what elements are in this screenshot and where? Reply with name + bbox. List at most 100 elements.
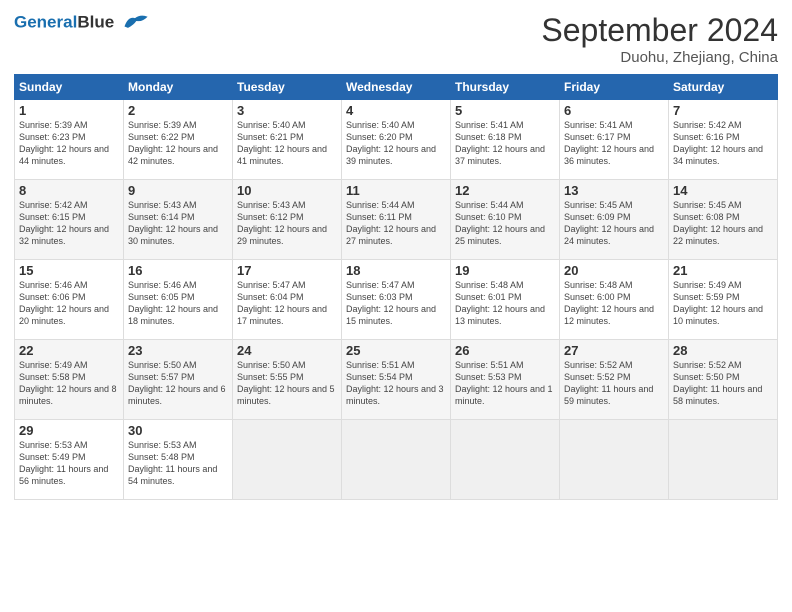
table-row: 28Sunrise: 5:52 AM Sunset: 5:50 PM Dayli… <box>669 340 778 420</box>
table-row: 2Sunrise: 5:39 AM Sunset: 6:22 PM Daylig… <box>124 100 233 180</box>
day-number: 15 <box>19 263 119 278</box>
calendar-week-1: 8Sunrise: 5:42 AM Sunset: 6:15 PM Daylig… <box>15 180 778 260</box>
table-row: 27Sunrise: 5:52 AM Sunset: 5:52 PM Dayli… <box>560 340 669 420</box>
day-info: Sunrise: 5:39 AM Sunset: 6:22 PM Dayligh… <box>128 119 228 168</box>
title-block: September 2024 Duohu, Zhejiang, China <box>541 12 778 66</box>
day-number: 25 <box>346 343 446 358</box>
table-row: 4Sunrise: 5:40 AM Sunset: 6:20 PM Daylig… <box>342 100 451 180</box>
day-number: 2 <box>128 103 228 118</box>
table-row: 6Sunrise: 5:41 AM Sunset: 6:17 PM Daylig… <box>560 100 669 180</box>
header-row: Sunday Monday Tuesday Wednesday Thursday… <box>15 75 778 100</box>
table-row <box>233 420 342 500</box>
day-info: Sunrise: 5:48 AM Sunset: 6:00 PM Dayligh… <box>564 279 664 328</box>
table-row: 10Sunrise: 5:43 AM Sunset: 6:12 PM Dayli… <box>233 180 342 260</box>
day-info: Sunrise: 5:48 AM Sunset: 6:01 PM Dayligh… <box>455 279 555 328</box>
day-number: 5 <box>455 103 555 118</box>
location: Duohu, Zhejiang, China <box>541 49 778 66</box>
col-monday: Monday <box>124 75 233 100</box>
day-number: 17 <box>237 263 337 278</box>
day-number: 12 <box>455 183 555 198</box>
table-row: 16Sunrise: 5:46 AM Sunset: 6:05 PM Dayli… <box>124 260 233 340</box>
day-info: Sunrise: 5:52 AM Sunset: 5:50 PM Dayligh… <box>673 359 773 408</box>
day-info: Sunrise: 5:52 AM Sunset: 5:52 PM Dayligh… <box>564 359 664 408</box>
table-row <box>560 420 669 500</box>
calendar-week-2: 15Sunrise: 5:46 AM Sunset: 6:06 PM Dayli… <box>15 260 778 340</box>
col-saturday: Saturday <box>669 75 778 100</box>
logo: GeneralBlue <box>14 12 149 34</box>
day-number: 18 <box>346 263 446 278</box>
col-thursday: Thursday <box>451 75 560 100</box>
day-info: Sunrise: 5:44 AM Sunset: 6:10 PM Dayligh… <box>455 199 555 248</box>
day-number: 13 <box>564 183 664 198</box>
col-tuesday: Tuesday <box>233 75 342 100</box>
logo-bird-icon <box>121 12 149 34</box>
day-number: 23 <box>128 343 228 358</box>
table-row: 29Sunrise: 5:53 AM Sunset: 5:49 PM Dayli… <box>15 420 124 500</box>
logo-text: GeneralBlue <box>14 12 149 34</box>
day-number: 20 <box>564 263 664 278</box>
calendar-week-4: 29Sunrise: 5:53 AM Sunset: 5:49 PM Dayli… <box>15 420 778 500</box>
day-number: 9 <box>128 183 228 198</box>
day-info: Sunrise: 5:50 AM Sunset: 5:57 PM Dayligh… <box>128 359 228 408</box>
table-row: 3Sunrise: 5:40 AM Sunset: 6:21 PM Daylig… <box>233 100 342 180</box>
day-number: 11 <box>346 183 446 198</box>
day-number: 7 <box>673 103 773 118</box>
table-row: 18Sunrise: 5:47 AM Sunset: 6:03 PM Dayli… <box>342 260 451 340</box>
day-info: Sunrise: 5:42 AM Sunset: 6:16 PM Dayligh… <box>673 119 773 168</box>
day-info: Sunrise: 5:51 AM Sunset: 5:53 PM Dayligh… <box>455 359 555 408</box>
table-row <box>669 420 778 500</box>
day-number: 26 <box>455 343 555 358</box>
day-info: Sunrise: 5:46 AM Sunset: 6:05 PM Dayligh… <box>128 279 228 328</box>
day-info: Sunrise: 5:53 AM Sunset: 5:48 PM Dayligh… <box>128 439 228 488</box>
col-sunday: Sunday <box>15 75 124 100</box>
day-info: Sunrise: 5:49 AM Sunset: 5:59 PM Dayligh… <box>673 279 773 328</box>
table-row: 17Sunrise: 5:47 AM Sunset: 6:04 PM Dayli… <box>233 260 342 340</box>
day-number: 27 <box>564 343 664 358</box>
day-number: 21 <box>673 263 773 278</box>
table-row: 30Sunrise: 5:53 AM Sunset: 5:48 PM Dayli… <box>124 420 233 500</box>
table-row: 1Sunrise: 5:39 AM Sunset: 6:23 PM Daylig… <box>15 100 124 180</box>
day-info: Sunrise: 5:53 AM Sunset: 5:49 PM Dayligh… <box>19 439 119 488</box>
table-row: 23Sunrise: 5:50 AM Sunset: 5:57 PM Dayli… <box>124 340 233 420</box>
page-container: GeneralBlue September 2024 Duohu, Zhejia… <box>0 0 792 508</box>
calendar-table: Sunday Monday Tuesday Wednesday Thursday… <box>14 74 778 500</box>
table-row: 20Sunrise: 5:48 AM Sunset: 6:00 PM Dayli… <box>560 260 669 340</box>
day-info: Sunrise: 5:51 AM Sunset: 5:54 PM Dayligh… <box>346 359 446 408</box>
day-info: Sunrise: 5:43 AM Sunset: 6:12 PM Dayligh… <box>237 199 337 248</box>
day-info: Sunrise: 5:49 AM Sunset: 5:58 PM Dayligh… <box>19 359 119 408</box>
table-row: 8Sunrise: 5:42 AM Sunset: 6:15 PM Daylig… <box>15 180 124 260</box>
day-info: Sunrise: 5:45 AM Sunset: 6:08 PM Dayligh… <box>673 199 773 248</box>
table-row: 14Sunrise: 5:45 AM Sunset: 6:08 PM Dayli… <box>669 180 778 260</box>
table-row: 25Sunrise: 5:51 AM Sunset: 5:54 PM Dayli… <box>342 340 451 420</box>
day-info: Sunrise: 5:41 AM Sunset: 6:18 PM Dayligh… <box>455 119 555 168</box>
day-info: Sunrise: 5:46 AM Sunset: 6:06 PM Dayligh… <box>19 279 119 328</box>
day-number: 29 <box>19 423 119 438</box>
day-info: Sunrise: 5:42 AM Sunset: 6:15 PM Dayligh… <box>19 199 119 248</box>
table-row: 26Sunrise: 5:51 AM Sunset: 5:53 PM Dayli… <box>451 340 560 420</box>
table-row: 21Sunrise: 5:49 AM Sunset: 5:59 PM Dayli… <box>669 260 778 340</box>
day-info: Sunrise: 5:41 AM Sunset: 6:17 PM Dayligh… <box>564 119 664 168</box>
month-title: September 2024 <box>541 12 778 49</box>
day-number: 4 <box>346 103 446 118</box>
day-number: 6 <box>564 103 664 118</box>
col-wednesday: Wednesday <box>342 75 451 100</box>
table-row: 19Sunrise: 5:48 AM Sunset: 6:01 PM Dayli… <box>451 260 560 340</box>
table-row: 22Sunrise: 5:49 AM Sunset: 5:58 PM Dayli… <box>15 340 124 420</box>
day-number: 22 <box>19 343 119 358</box>
day-number: 28 <box>673 343 773 358</box>
day-number: 16 <box>128 263 228 278</box>
table-row: 15Sunrise: 5:46 AM Sunset: 6:06 PM Dayli… <box>15 260 124 340</box>
table-row: 11Sunrise: 5:44 AM Sunset: 6:11 PM Dayli… <box>342 180 451 260</box>
table-row <box>342 420 451 500</box>
day-info: Sunrise: 5:50 AM Sunset: 5:55 PM Dayligh… <box>237 359 337 408</box>
header: GeneralBlue September 2024 Duohu, Zhejia… <box>14 12 778 66</box>
day-info: Sunrise: 5:40 AM Sunset: 6:21 PM Dayligh… <box>237 119 337 168</box>
table-row: 7Sunrise: 5:42 AM Sunset: 6:16 PM Daylig… <box>669 100 778 180</box>
col-friday: Friday <box>560 75 669 100</box>
day-info: Sunrise: 5:39 AM Sunset: 6:23 PM Dayligh… <box>19 119 119 168</box>
day-number: 8 <box>19 183 119 198</box>
day-number: 24 <box>237 343 337 358</box>
table-row: 12Sunrise: 5:44 AM Sunset: 6:10 PM Dayli… <box>451 180 560 260</box>
day-info: Sunrise: 5:44 AM Sunset: 6:11 PM Dayligh… <box>346 199 446 248</box>
day-info: Sunrise: 5:47 AM Sunset: 6:04 PM Dayligh… <box>237 279 337 328</box>
